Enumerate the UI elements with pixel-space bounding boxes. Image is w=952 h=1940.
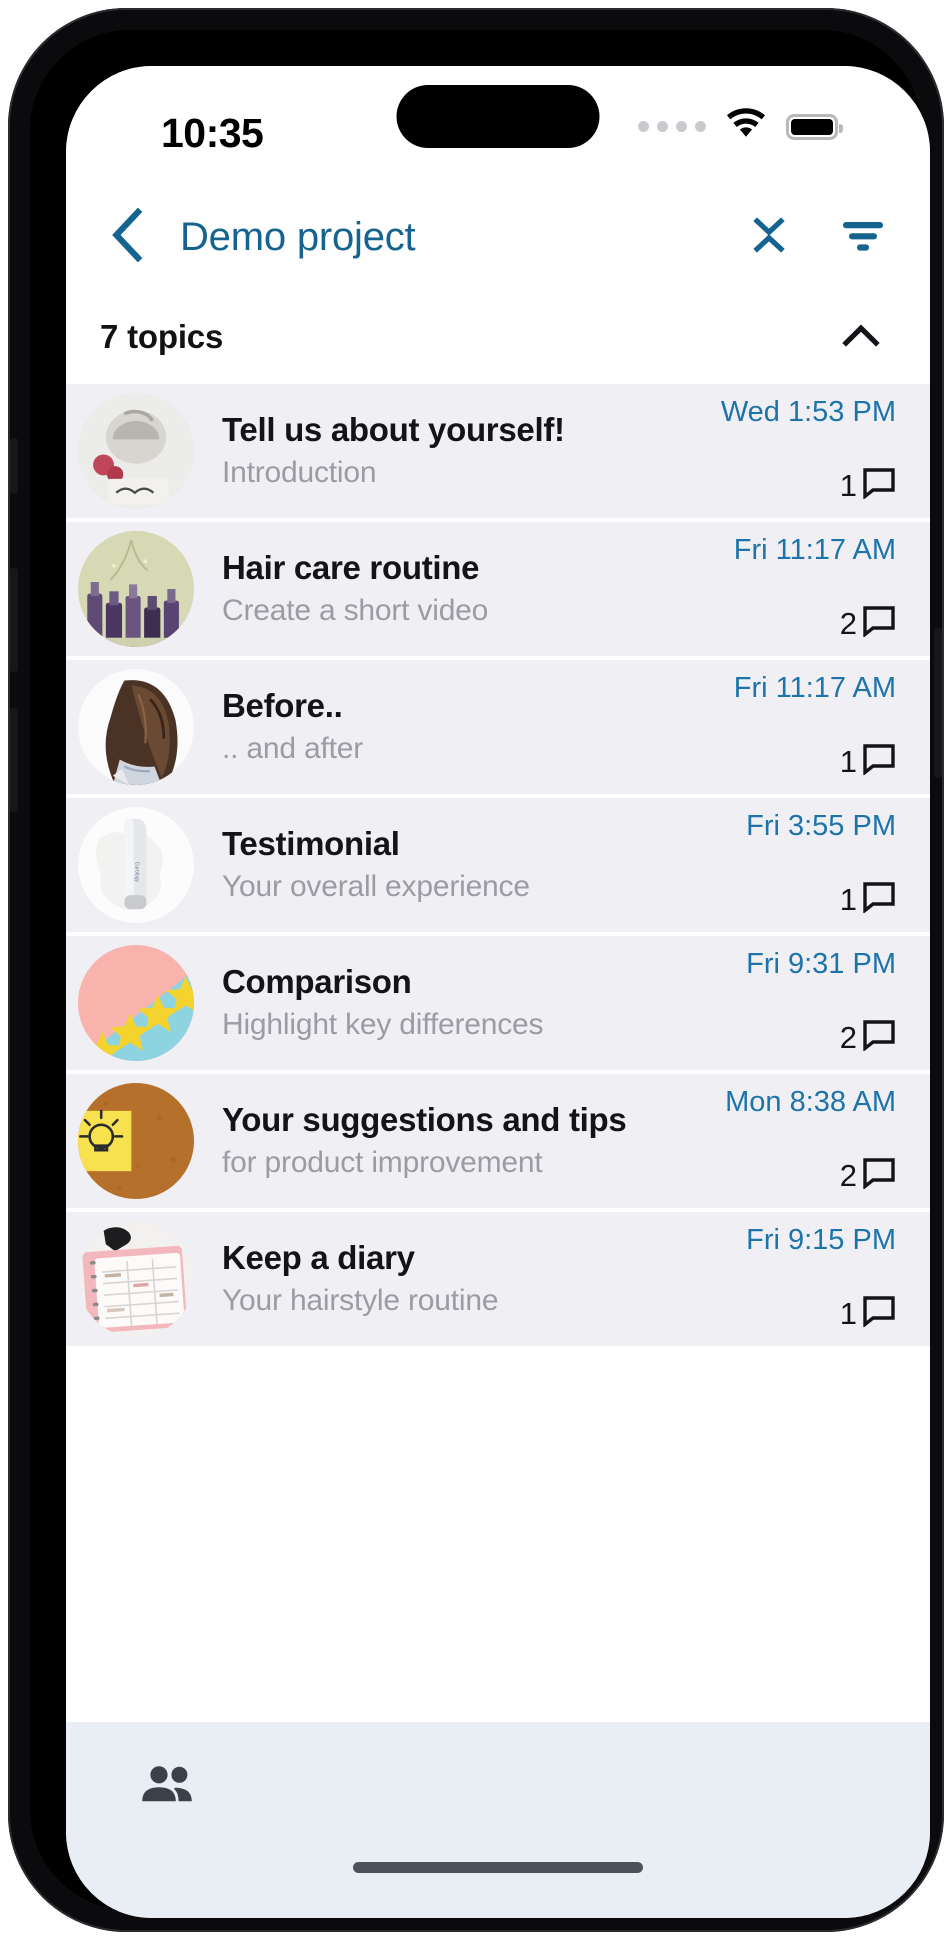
topic-title: Comparison [222, 963, 412, 1001]
list-item[interactable]: Before.. .. and after Fri 11:17 AM 1 [66, 660, 930, 798]
list-item[interactable]: Comparison Highlight key differences Fri… [66, 936, 930, 1074]
topic-text: Tell us about yourself! Introduction [194, 409, 896, 493]
chevron-up-icon [842, 323, 880, 352]
topic-text: Before.. .. and after [194, 685, 896, 769]
collapse-all-icon [749, 213, 789, 262]
filter-button[interactable] [836, 210, 890, 264]
topic-subtitle: Your hairstyle routine [222, 1284, 499, 1318]
topic-subtitle: Highlight key differences [222, 1008, 544, 1042]
hair-products-photo [78, 531, 194, 647]
screenshot-root: 10:35 Demo project 7 topics Tell us abou… [0, 0, 952, 1940]
woman-hair-photo [78, 669, 194, 785]
topic-avatar [78, 1221, 194, 1337]
phone-frame: 10:35 Demo project 7 topics Tell us abou… [8, 8, 944, 1932]
topic-title: Testimonial [222, 825, 400, 863]
topic-title: Tell us about yourself! [222, 411, 565, 449]
topic-text: Keep a diary Your hairstyle routine [194, 1237, 896, 1321]
topic-title: Keep a diary [222, 1239, 415, 1277]
bottom-toolbar [66, 1722, 930, 1850]
battery-full-icon [786, 113, 843, 140]
topic-list: Tell us about yourself! Introduction Wed… [66, 384, 930, 1536]
chevron-left-icon [110, 207, 144, 267]
topic-subtitle: for product improvement [222, 1146, 543, 1180]
topic-text: Hair care routine Create a short video [194, 547, 896, 631]
status-time: 10:35 [161, 110, 264, 156]
list-item[interactable]: Curology Testimonial Your overall experi… [66, 798, 930, 936]
silent-switch[interactable] [10, 438, 18, 494]
back-button[interactable] [96, 206, 158, 268]
list-empty-space [66, 1536, 930, 1722]
list-item[interactable]: Keep a diary Your hairstyle routine Fri … [66, 1212, 930, 1350]
topic-text: Testimonial Your overall experience [194, 823, 896, 907]
topic-text: Your suggestions and tips for product im… [194, 1099, 896, 1183]
page-title: Demo project [180, 214, 416, 259]
topics-count-label: 7 topics [100, 318, 224, 355]
home-indicator-zone [66, 1850, 930, 1918]
topic-text: Comparison Highlight key differences [194, 961, 896, 1045]
phone-bezel: 10:35 Demo project 7 topics Tell us abou… [30, 30, 930, 1918]
topic-avatar [78, 1083, 194, 1199]
members-button[interactable] [132, 1751, 202, 1821]
topic-avatar [78, 945, 194, 1061]
people-icon [139, 1762, 195, 1811]
volume-up-button[interactable] [10, 568, 18, 672]
pink-notebook-photo [78, 1221, 194, 1337]
topic-avatar [78, 393, 194, 509]
nav-actions [742, 210, 890, 264]
dynamic-island [396, 85, 600, 148]
list-item[interactable]: Hair care routine Create a short video F… [66, 522, 930, 660]
power-button[interactable] [934, 628, 942, 778]
welcome-sign-photo [78, 393, 194, 509]
topics-section-header[interactable]: 7 topics [66, 290, 930, 384]
status-bar: 10:35 [66, 66, 930, 184]
topic-title: Your suggestions and tips [222, 1101, 627, 1139]
status-indicators [638, 108, 843, 145]
topic-subtitle: Create a short video [222, 594, 489, 628]
list-item[interactable]: Your suggestions and tips for product im… [66, 1074, 930, 1212]
product-tube-photo: Curology [78, 807, 194, 923]
topic-avatar [78, 669, 194, 785]
topic-subtitle: Introduction [222, 456, 377, 490]
cellular-dots-icon [638, 121, 706, 132]
list-item[interactable]: Tell us about yourself! Introduction Wed… [66, 384, 930, 522]
topic-subtitle: Your overall experience [222, 870, 530, 904]
topic-title: Before.. [222, 687, 343, 725]
phone-screen: 10:35 Demo project 7 topics Tell us abou… [66, 66, 930, 1918]
filter-icon [839, 214, 887, 261]
wifi-icon [724, 108, 768, 145]
home-indicator[interactable] [353, 1862, 643, 1873]
collapse-all-button[interactable] [742, 210, 796, 264]
lightbulb-sticky-note-photo [78, 1083, 194, 1199]
section-collapse-button[interactable] [834, 315, 888, 360]
yellow-stars-photo [78, 945, 194, 1061]
topic-title: Hair care routine [222, 549, 480, 587]
svg-text:Curology: Curology [133, 862, 139, 883]
topic-avatar [78, 531, 194, 647]
volume-down-button[interactable] [10, 708, 18, 812]
topic-subtitle: .. and after [222, 732, 364, 766]
topic-avatar: Curology [78, 807, 194, 923]
nav-header: Demo project [66, 184, 930, 290]
